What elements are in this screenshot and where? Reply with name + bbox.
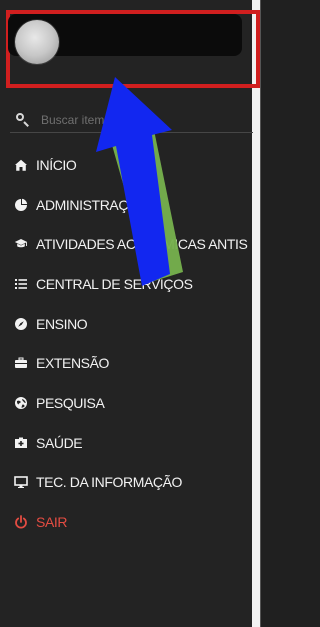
sidebar-item-label: SAÚDE [36, 434, 83, 451]
sidebar-item-saude[interactable]: SAÚDE [14, 423, 249, 463]
sidebar-item-atividades[interactable]: ATIVIDADES ACADÊMICAS ANTIS [14, 224, 249, 264]
graduation-cap-icon [14, 237, 28, 251]
compass-icon [14, 317, 28, 331]
monitor-icon [14, 475, 28, 489]
sidebar-item-pesquisa[interactable]: PESQUISA [14, 383, 249, 423]
sidebar-item-central-servicos[interactable]: CENTRAL DE SERVIÇOS [14, 264, 249, 304]
sidebar-item-sair[interactable]: SAIR [14, 502, 249, 542]
sidebar-item-tec-informacao[interactable]: TEC. DA INFORMAÇÃO [14, 463, 249, 503]
sidebar-item-administracao[interactable]: ADMINISTRAÇÃO [14, 185, 249, 225]
sidebar-item-label: PESQUISA [36, 394, 105, 411]
list-icon [14, 277, 28, 291]
main-menu: INÍCIO ADMINISTRAÇÃO ATIVIDADES ACADÊMIC… [14, 145, 249, 542]
medical-kit-icon [14, 436, 28, 450]
pie-chart-icon [14, 198, 28, 212]
avatar[interactable] [15, 20, 59, 64]
search-row[interactable] [10, 107, 253, 133]
sidebar-item-extensao[interactable]: EXTENSÃO [14, 343, 249, 383]
sidebar-item-label: ENSINO [36, 315, 88, 332]
search-input[interactable] [41, 112, 236, 127]
globe-icon [14, 396, 28, 410]
sidebar-item-label: SAIR [36, 514, 68, 531]
sidebar-item-ensino[interactable]: ENSINO [14, 304, 249, 344]
power-icon [14, 515, 28, 529]
sidebar-item-label: ATIVIDADES ACADÊMICAS ANTIS [36, 236, 248, 253]
sidebar-item-label: ADMINISTRAÇÃO [36, 196, 148, 213]
sidebar-menu: INÍCIO ADMINISTRAÇÃO ATIVIDADES ACADÊMIC… [0, 0, 261, 627]
sidebar-item-inicio[interactable]: INÍCIO [14, 145, 249, 185]
sidebar-item-label: EXTENSÃO [36, 355, 110, 372]
sidebar-item-label: INÍCIO [36, 156, 77, 173]
sidebar-item-label: CENTRAL DE SERVIÇOS [36, 275, 193, 292]
home-icon [14, 158, 28, 172]
search-icon [15, 112, 31, 128]
briefcase-icon [14, 356, 28, 370]
sidebar-item-label: TEC. DA INFORMAÇÃO [36, 474, 183, 491]
sidebar-edge [252, 0, 260, 627]
